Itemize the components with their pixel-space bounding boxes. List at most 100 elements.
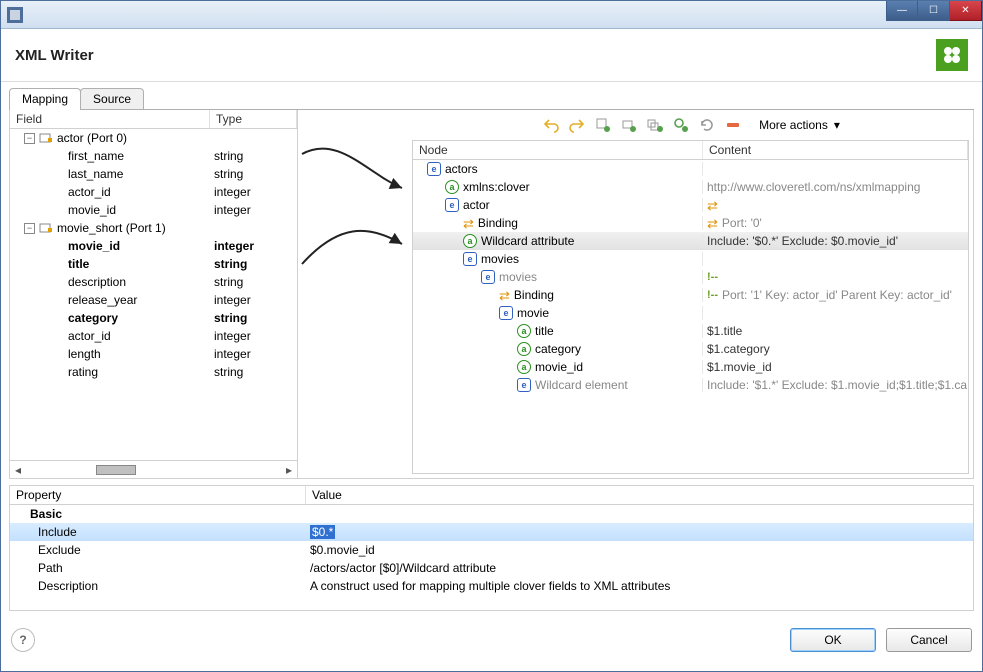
tab-source[interactable]: Source (80, 88, 144, 109)
binding-icon: ⇄ (463, 217, 474, 230)
maximize-button[interactable]: ☐ (918, 1, 950, 21)
property-value: A construct used for mapping multiple cl… (310, 579, 670, 593)
node-content: $1.category (707, 342, 770, 356)
node-body[interactable]: eactorsaxmlns:cloverhttp://www.cloveretl… (413, 160, 968, 473)
property-row[interactable]: Exclude$0.movie_id (10, 541, 973, 559)
node-row[interactable]: ⇄ Binding !-- Port: '1' Key: actor_id' Pare… (413, 286, 968, 304)
field-row[interactable]: ratingstring (10, 363, 297, 381)
element-icon: e (463, 252, 477, 266)
scroll-right-icon[interactable]: ▸ (281, 462, 297, 478)
field-type: string (210, 166, 297, 182)
attribute-icon: a (463, 234, 477, 248)
node-row[interactable]: eactor ⇄ (413, 196, 968, 214)
node-label: movies (481, 252, 519, 266)
field-row[interactable]: descriptionstring (10, 273, 297, 291)
prop-header-value: Value (306, 486, 973, 504)
field-row[interactable]: categorystring (10, 309, 297, 327)
field-row[interactable]: last_name string (10, 165, 297, 183)
field-label: actor_id (68, 329, 111, 343)
node-label: movie_id (535, 360, 583, 374)
field-label: length (68, 347, 101, 361)
add-element-icon[interactable] (593, 115, 613, 135)
field-row[interactable]: release_yearinteger (10, 291, 297, 309)
add-green-icon[interactable] (671, 115, 691, 135)
node-row[interactable]: axmlns:cloverhttp://www.cloveretl.com/ns… (413, 178, 968, 196)
property-name: Path (10, 561, 306, 575)
expand-toggle-icon[interactable]: − (24, 133, 35, 144)
property-row[interactable]: DescriptionA construct used for mapping … (10, 577, 973, 595)
node-row[interactable]: emovie (413, 304, 968, 322)
help-button[interactable]: ? (11, 628, 35, 652)
field-label: title (68, 257, 89, 271)
field-label: first_name (68, 149, 124, 163)
node-row[interactable]: atitle$1.title (413, 322, 968, 340)
node-row[interactable]: eWildcard elementInclude: '$1.*' Exclude… (413, 376, 968, 394)
node-row[interactable]: emovies (413, 250, 968, 268)
field-row[interactable]: actor_idinteger (10, 327, 297, 345)
property-row[interactable]: Include$0.* (10, 523, 973, 541)
refresh-icon[interactable] (697, 115, 717, 135)
property-body[interactable]: BasicInclude$0.*Exclude$0.movie_idPath/a… (10, 505, 973, 610)
field-label: description (68, 275, 126, 289)
minimize-button[interactable]: — (886, 1, 918, 21)
main-split: Field Type −actor (Port 0)first_namestri… (9, 110, 974, 479)
undo-icon[interactable] (541, 115, 561, 135)
mapping-arrows (298, 110, 408, 478)
field-row[interactable]: −movie_short (Port 1) (10, 219, 297, 237)
node-row[interactable]: emovies!-- (413, 268, 968, 286)
field-row[interactable]: movie_idinteger (10, 237, 297, 255)
scroll-thumb[interactable] (96, 465, 136, 475)
node-content: Port: '1' Key: actor_id' Parent Key: act… (722, 288, 952, 302)
field-row[interactable]: movie_idinteger (10, 201, 297, 219)
add-attr-icon[interactable] (619, 115, 639, 135)
node-table: Node Content eactorsaxmlns:cloverhttp://… (412, 140, 969, 474)
node-row[interactable]: acategory$1.category (413, 340, 968, 358)
field-row[interactable]: titlestring (10, 255, 297, 273)
node-row[interactable]: ⇄Binding⇄Port: '0' (413, 214, 968, 232)
dialog-header: XML Writer (1, 29, 982, 82)
node-label: xmlns:clover (463, 180, 530, 194)
scroll-left-icon[interactable]: ◂ (10, 462, 26, 478)
node-label: category (535, 342, 581, 356)
prop-header-property: Property (10, 486, 306, 504)
binding-icon: ⇄ (499, 289, 510, 302)
add-multi-icon[interactable] (645, 115, 665, 135)
field-type (210, 227, 297, 229)
property-name: Include (10, 525, 306, 539)
node-row[interactable]: amovie_id$1.movie_id (413, 358, 968, 376)
node-row[interactable]: eactors (413, 160, 968, 178)
field-row[interactable]: first_namestring (10, 147, 297, 165)
expand-toggle-icon[interactable]: − (24, 223, 35, 234)
node-header-node: Node (413, 141, 703, 159)
field-label: last_name (68, 167, 123, 181)
property-row[interactable]: Path/actors/actor [$0]/Wildcard attribut… (10, 559, 973, 577)
delete-icon[interactable] (723, 115, 743, 135)
ok-button[interactable]: OK (790, 628, 876, 652)
close-button[interactable]: ✕ (950, 1, 982, 21)
node-toolbar: More actions ▾ (408, 110, 973, 140)
binding-icon: ⇄ (707, 199, 718, 212)
property-name: Exclude (10, 543, 306, 557)
property-section: Basic (10, 505, 973, 523)
comment-marker-icon: !-- (707, 289, 718, 301)
more-actions-menu[interactable]: More actions ▾ (759, 118, 840, 132)
redo-icon[interactable] (567, 115, 587, 135)
element-icon: e (427, 162, 441, 176)
field-row[interactable]: −actor (Port 0) (10, 129, 297, 147)
fields-body[interactable]: −actor (Port 0)first_namestringlast_name… (10, 129, 297, 460)
horizontal-scrollbar[interactable]: ◂ ▸ (10, 460, 297, 478)
cancel-button[interactable]: Cancel (886, 628, 972, 652)
node-row[interactable]: aWildcard attributeInclude: '$0.*' Exclu… (413, 232, 968, 250)
node-label: Binding (514, 288, 554, 302)
element-icon: e (481, 270, 495, 284)
tab-mapping[interactable]: Mapping (9, 88, 81, 109)
fields-header-type: Type (210, 110, 297, 128)
field-row[interactable]: actor_idinteger (10, 183, 297, 201)
node-content: Port: '0' (722, 216, 762, 230)
port-icon (39, 221, 53, 235)
field-row[interactable]: lengthinteger (10, 345, 297, 363)
element-icon: e (445, 198, 459, 212)
node-label: actor (463, 198, 490, 212)
node-label: Wildcard element (535, 378, 628, 392)
node-content: $1.movie_id (707, 360, 772, 374)
